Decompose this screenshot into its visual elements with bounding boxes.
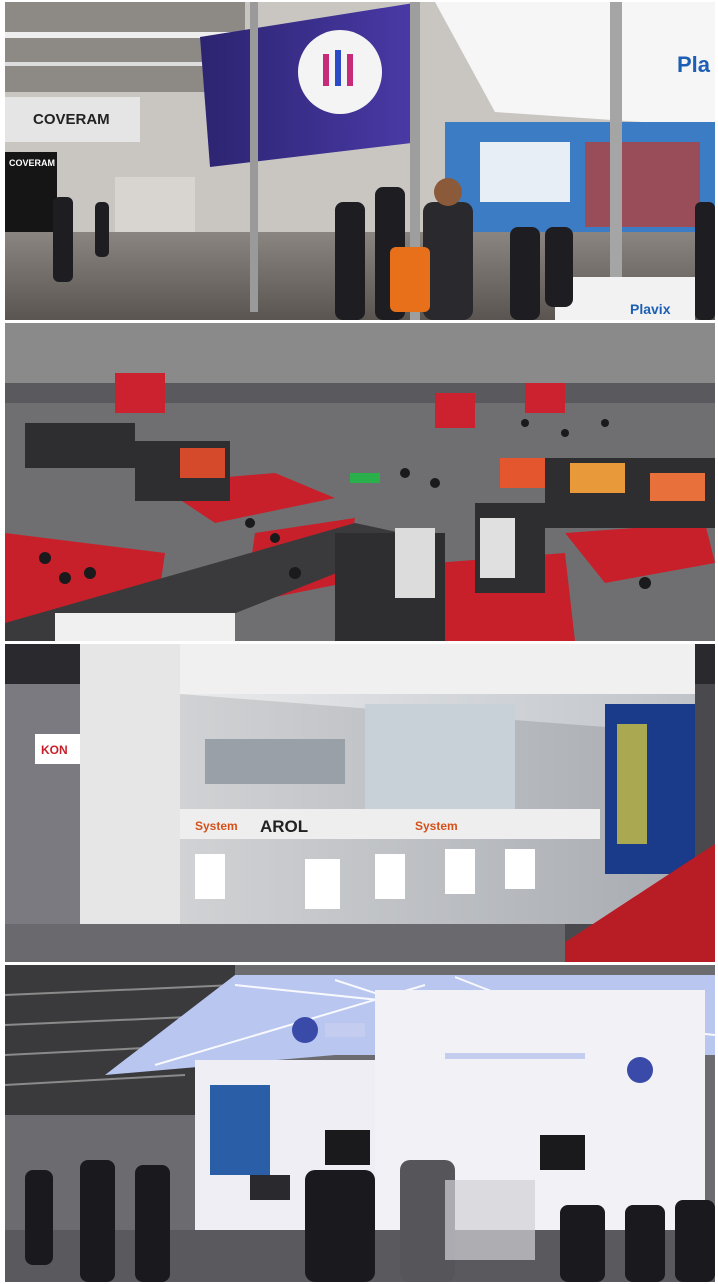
coveram-wall-sign: COVERAM: [33, 111, 110, 128]
photo-exhibition-hall-overview: [5, 323, 715, 641]
photo-collage: COVERAM COVERAM Pla Plavix KON System AR…: [0, 0, 718, 1284]
system-sign-right: System: [415, 819, 458, 833]
kon-sign: KON: [41, 743, 68, 757]
plavix-counter-sign: Plavix: [630, 301, 671, 317]
plavix-top-sign: Pla: [677, 52, 711, 77]
coveram-banner-sign: COVERAM: [9, 158, 55, 168]
photo-booth-coveram-plavix: COVERAM COVERAM Pla Plavix: [5, 2, 715, 320]
arol-sign: AROL: [260, 817, 308, 836]
photo-glass-booth-arol: KON System AROL System: [5, 644, 715, 962]
photo-white-booth-led-ceiling: [5, 965, 715, 1282]
system-sign-left: System: [195, 819, 238, 833]
